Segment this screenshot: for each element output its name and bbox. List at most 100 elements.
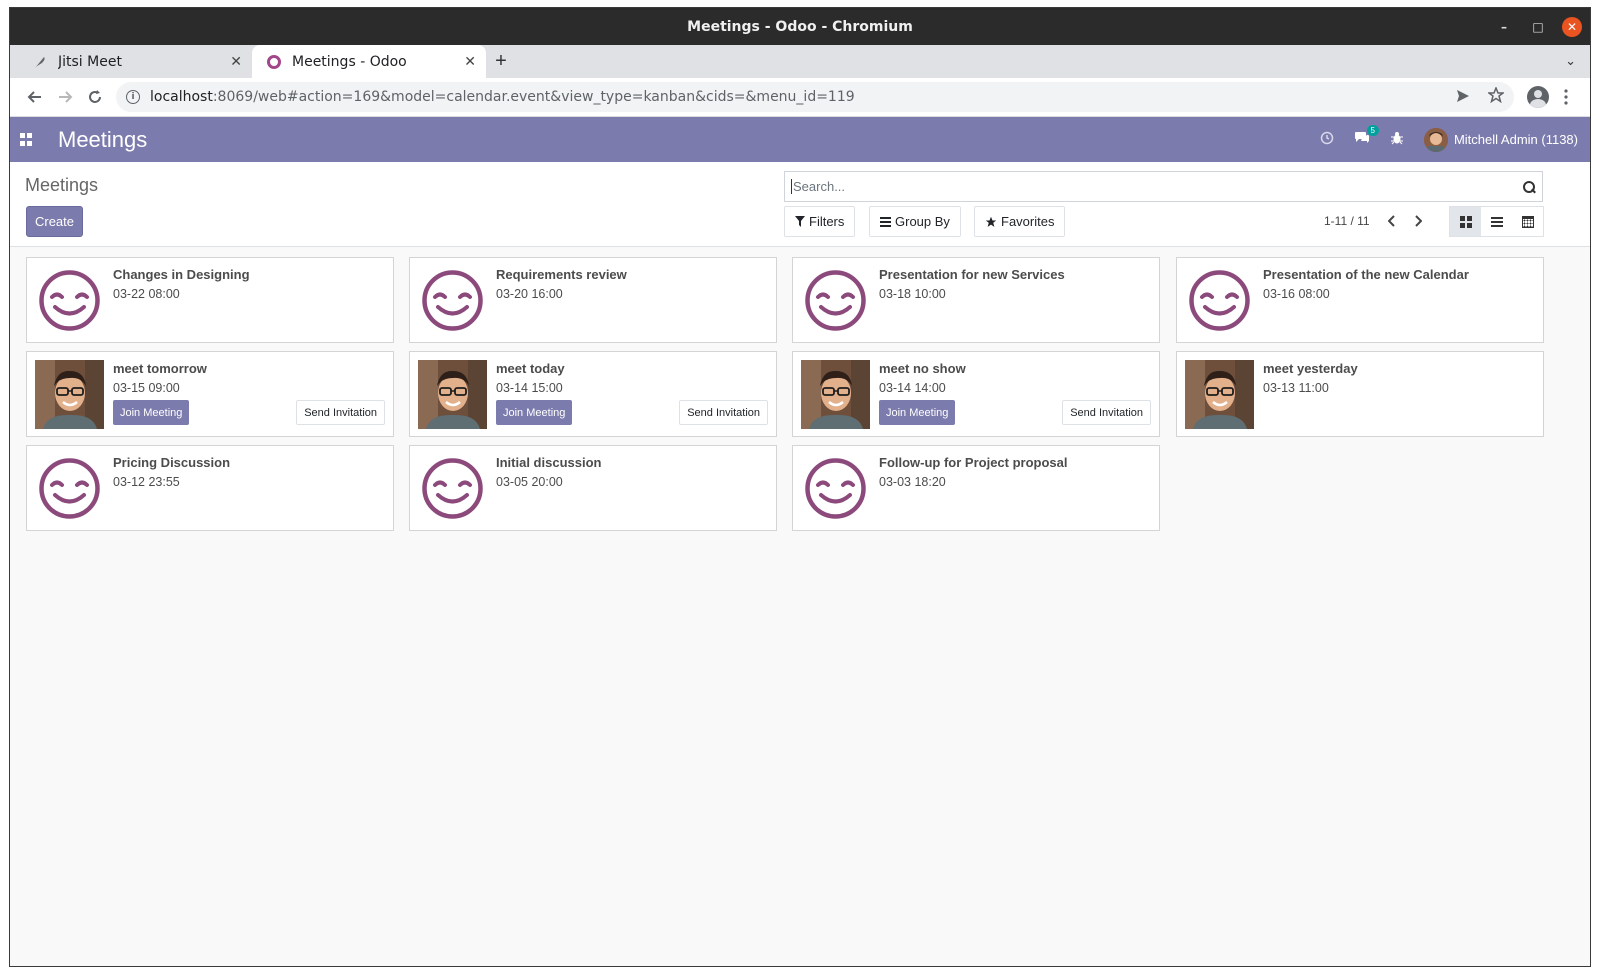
- apps-menu-icon[interactable]: [20, 132, 34, 147]
- profile-button[interactable]: [1524, 83, 1552, 111]
- window-controls: – □ ✕: [1494, 8, 1582, 45]
- reload-icon: [89, 90, 101, 103]
- new-tab-button[interactable]: +: [486, 45, 516, 78]
- omnibox-actions: [1456, 85, 1506, 107]
- meeting-date: 03-12 23:55: [113, 475, 180, 489]
- attendee-photo: [35, 360, 104, 429]
- filters-button[interactable]: Filters: [784, 206, 856, 237]
- browser-menu-icon[interactable]: [1552, 83, 1580, 111]
- url-host: localhost: [150, 89, 213, 105]
- meeting-date: 03-15 09:00: [113, 381, 180, 395]
- close-tab-icon[interactable]: ✕: [230, 54, 242, 70]
- list-view-button[interactable]: [1481, 207, 1512, 236]
- site-info-icon[interactable]: i: [126, 90, 140, 104]
- meeting-title: meet today: [496, 361, 565, 376]
- tab-meetings-odoo[interactable]: Meetings - Odoo ✕: [252, 45, 486, 78]
- send-to-device-icon[interactable]: [1456, 88, 1470, 107]
- star-icon: [985, 216, 997, 227]
- tab-title: Meetings - Odoo: [292, 53, 407, 70]
- messages-chat-icon[interactable]: 5: [1354, 124, 1379, 149]
- search-input[interactable]: Search...: [784, 171, 1543, 202]
- meeting-card[interactable]: Pricing Discussion 03-12 23:55: [26, 445, 394, 531]
- meeting-title: Changes in Designing: [113, 267, 250, 282]
- meeting-title: Requirements review: [496, 267, 627, 282]
- pager-next-button[interactable]: [1410, 211, 1426, 231]
- user-menu[interactable]: Mitchell Admin (1138): [1423, 127, 1578, 152]
- meeting-card[interactable]: meet today 03-14 15:00 Join Meeting Send In…: [409, 351, 777, 437]
- calendar-icon: [1521, 215, 1534, 228]
- meeting-card[interactable]: meet yesterday 03-13 11:00: [1176, 351, 1544, 437]
- create-button[interactable]: Create: [26, 206, 83, 237]
- send-invitation-button[interactable]: Send Invitation: [1062, 400, 1151, 425]
- meeting-date: 03-16 08:00: [1263, 287, 1330, 301]
- odoo-navbar: Meetings 5 Mitchell Admin (1138): [10, 117, 1590, 162]
- messages-count-badge: 5: [1366, 124, 1379, 136]
- debug-bug-icon[interactable]: [1390, 131, 1404, 149]
- default-avatar-smiley-icon: [39, 458, 100, 519]
- activity-clock-icon[interactable]: [1320, 131, 1334, 149]
- kanban-grid-icon: [1459, 215, 1472, 228]
- bars-icon: [880, 216, 891, 227]
- send-invitation-button[interactable]: Send Invitation: [679, 400, 768, 425]
- meeting-card[interactable]: Changes in Designing 03-22 08:00: [26, 257, 394, 343]
- meeting-card[interactable]: Follow-up for Project proposal 03-03 18:2…: [792, 445, 1160, 531]
- profile-icon: [1527, 86, 1549, 108]
- app-brand[interactable]: Meetings: [58, 127, 147, 153]
- back-button[interactable]: [20, 82, 50, 112]
- search-placeholder: Search...: [791, 179, 1522, 194]
- filter-icon: [795, 216, 805, 227]
- search-icon[interactable]: [1522, 180, 1536, 194]
- view-switcher: [1449, 206, 1544, 237]
- meeting-title: Pricing Discussion: [113, 455, 231, 470]
- meeting-card[interactable]: Requirements review 03-20 16:00: [409, 257, 777, 343]
- chevron-right-icon: [1415, 215, 1422, 227]
- attendee-photo: [418, 360, 487, 429]
- breadcrumb: Meetings: [25, 175, 99, 195]
- systray: 5 Mitchell Admin (1138): [1320, 124, 1578, 152]
- user-name: Mitchell Admin (1138): [1453, 132, 1578, 147]
- attendee-photo: [801, 360, 870, 429]
- list-icon: [1490, 216, 1503, 227]
- user-avatar: [1423, 127, 1448, 152]
- favorites-label: Favorites: [1001, 214, 1055, 229]
- forward-button[interactable]: [50, 82, 80, 112]
- join-meeting-button[interactable]: Join Meeting: [879, 400, 956, 425]
- close-tab-icon[interactable]: ✕: [464, 54, 476, 70]
- meeting-date: 03-03 18:20: [879, 475, 946, 489]
- minimize-button[interactable]: –: [1494, 17, 1514, 37]
- meeting-title: meet no show: [879, 361, 966, 376]
- group-by-button[interactable]: Group By: [869, 206, 961, 237]
- default-avatar-smiley-icon: [805, 458, 866, 519]
- tab-title: Jitsi Meet: [58, 53, 122, 70]
- join-meeting-button[interactable]: Join Meeting: [496, 400, 573, 425]
- kanban-view-button[interactable]: [1450, 207, 1481, 236]
- default-avatar-smiley-icon: [1189, 270, 1250, 331]
- meeting-card[interactable]: Presentation of the new Calendar 03-16 08…: [1176, 257, 1544, 343]
- meeting-title: Presentation of the new Calendar: [1263, 267, 1469, 282]
- meeting-date: 03-05 20:00: [496, 475, 563, 489]
- chevron-left-icon: [1388, 215, 1395, 227]
- join-meeting-button[interactable]: Join Meeting: [113, 400, 190, 425]
- meeting-card[interactable]: Initial discussion 03-05 20:00: [409, 445, 777, 531]
- meeting-title: Follow-up for Project proposal: [879, 455, 1068, 470]
- meeting-title: Presentation for new Services: [879, 267, 1065, 282]
- maximize-button[interactable]: □: [1528, 17, 1548, 37]
- meeting-card[interactable]: Presentation for new Services 03-18 10:00: [792, 257, 1160, 343]
- default-avatar-smiley-icon: [422, 270, 483, 331]
- pager-previous-button[interactable]: [1384, 211, 1400, 231]
- meeting-card[interactable]: meet tomorrow 03-15 09:00 Join Meeting Send…: [26, 351, 394, 437]
- close-window-button[interactable]: ✕: [1562, 16, 1582, 37]
- send-invitation-button[interactable]: Send Invitation: [296, 400, 385, 425]
- reload-button[interactable]: [80, 82, 110, 112]
- meeting-date: 03-22 08:00: [113, 287, 180, 301]
- tab-jitsi-meet[interactable]: Jitsi Meet ✕: [18, 45, 252, 78]
- pager-value[interactable]: 1-11 / 11: [1324, 214, 1370, 228]
- calendar-view-button[interactable]: [1512, 207, 1543, 236]
- address-bar[interactable]: i localhost:8069/web#action=169&model=ca…: [116, 82, 1514, 112]
- meeting-card[interactable]: meet no show 03-14 14:00 Join Meeting Send …: [792, 351, 1160, 437]
- browser-window: Meetings - Odoo - Chromium – □ ✕ Jitsi M…: [9, 7, 1591, 967]
- bookmark-star-icon[interactable]: [1486, 85, 1506, 107]
- tab-search-chevron-icon[interactable]: ⌄: [1565, 53, 1576, 69]
- filters-label: Filters: [809, 214, 845, 229]
- favorites-button[interactable]: Favorites: [974, 206, 1066, 237]
